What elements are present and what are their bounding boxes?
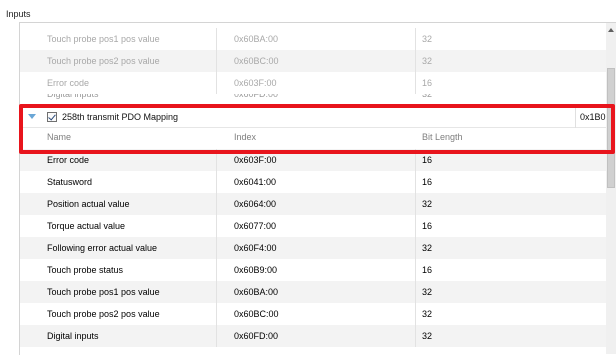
cell-name: Following error actual value — [47, 243, 158, 253]
column-separator — [415, 171, 416, 193]
cell-bit-length: 32 — [422, 56, 433, 66]
cell-name: Error code — [47, 78, 90, 88]
column-separator — [216, 281, 217, 303]
cell-name: Touch probe pos1 pos value — [47, 287, 160, 297]
cell-bit-length: 16 — [422, 155, 433, 165]
column-separator — [575, 107, 576, 128]
cell-index: 0x60BC:00 — [234, 309, 279, 319]
pdo-group-label: 258th transmit PDO Mapping — [62, 112, 179, 122]
column-separator — [216, 193, 217, 215]
column-separator — [216, 72, 217, 94]
pdo-group-row[interactable]: 258th transmit PDO Mapping 0x1B01 — [20, 106, 616, 128]
column-separator — [216, 325, 217, 347]
cell-name: Position actual value — [47, 199, 130, 209]
scroll-up-icon[interactable] — [608, 28, 614, 32]
cell-index: 0x603F:00 — [234, 155, 277, 165]
column-header-index[interactable]: Index — [234, 128, 414, 146]
section-title: Inputs — [6, 9, 31, 19]
column-separator — [415, 281, 416, 303]
cell-bit-length: 16 — [422, 265, 433, 275]
cell-index: 0x603F:00 — [234, 78, 277, 88]
cell-index: 0x60B9:00 — [234, 265, 278, 275]
vertical-scrollbar[interactable] — [606, 23, 616, 354]
table-row[interactable]: Position actual value 0x6064:00 32 — [20, 193, 616, 215]
cell-index: 0x6077:00 — [234, 221, 277, 231]
cell-name: Touch probe status — [47, 265, 124, 275]
table-row[interactable]: Digital inputs 0x60FD:00 32 — [20, 325, 616, 347]
table-row[interactable]: Error code 0x603F:00 16 — [20, 72, 616, 94]
cell-index: 0x60BA:00 — [234, 287, 279, 297]
column-separator — [216, 28, 217, 50]
cell-name: Torque actual value — [47, 221, 126, 231]
table-row[interactable]: Torque actual value 0x6077:00 16 — [20, 215, 616, 237]
cell-index: 0x6064:00 — [234, 199, 277, 209]
column-separator — [216, 50, 217, 72]
column-separator — [415, 325, 416, 347]
table-row[interactable]: Touch probe pos2 pos value 0x60BC:00 32 — [20, 50, 616, 72]
column-separator — [216, 149, 217, 171]
cell-name: Touch probe pos1 pos value — [47, 34, 160, 44]
column-separator — [415, 259, 416, 281]
column-separator — [216, 237, 217, 259]
cell-bit-length: 16 — [422, 221, 433, 231]
cell-bit-length: 32 — [422, 243, 433, 253]
scroll-thumb[interactable] — [607, 68, 615, 188]
table-row[interactable]: Touch probe pos1 pos value 0x60BA:00 32 — [20, 281, 616, 303]
cell-name: Digital inputs — [47, 94, 99, 99]
table-row[interactable]: Digital inputs 0x60FD:00 32 — [20, 94, 616, 106]
column-separator — [415, 237, 416, 259]
column-separator — [415, 28, 416, 50]
table-row[interactable]: Touch probe pos1 pos value 0x60BA:00 32 — [20, 28, 616, 50]
cell-name: Statusword — [47, 177, 93, 187]
column-separator — [415, 215, 416, 237]
cell-bit-length: 32 — [422, 94, 433, 99]
table-row[interactable]: Statusword 0x6041:00 16 — [20, 171, 616, 193]
column-separator — [415, 193, 416, 215]
pdo-enable-checkbox[interactable] — [47, 112, 57, 122]
column-separator — [415, 50, 416, 72]
collapse-arrow-icon[interactable] — [28, 114, 36, 119]
column-header-row: Name Index Bit Length — [20, 128, 616, 146]
cell-name: Touch probe pos2 pos value — [47, 56, 160, 66]
cell-index: 0x60FD:00 — [234, 331, 279, 341]
cell-bit-length: 16 — [422, 78, 433, 88]
column-separator — [216, 215, 217, 237]
column-separator — [415, 149, 416, 171]
pdo-tree-grid: Touch probe pos1 pos value 0x60BA:00 32 … — [19, 22, 616, 355]
cell-index: 0x60FD:00 — [234, 94, 279, 99]
table-row[interactable]: Following error actual value 0x60F4:00 3… — [20, 237, 616, 259]
cell-index: 0x60F4:00 — [234, 243, 277, 253]
column-header-bit-length[interactable]: Bit Length — [422, 128, 602, 146]
column-header-name[interactable]: Name — [47, 128, 217, 146]
column-separator — [216, 171, 217, 193]
cell-bit-length: 32 — [422, 199, 433, 209]
cell-index: 0x60BA:00 — [234, 34, 279, 44]
cell-bit-length: 32 — [422, 34, 433, 44]
cell-name: Error code — [47, 155, 90, 165]
column-separator — [216, 303, 217, 325]
table-row[interactable]: Touch probe pos2 pos value 0x60BC:00 32 — [20, 303, 616, 325]
table-row[interactable]: Error code 0x603F:00 16 — [20, 149, 616, 171]
cell-name: Touch probe pos2 pos value — [47, 309, 160, 319]
cell-bit-length: 32 — [422, 331, 433, 341]
table-row[interactable]: Touch probe status 0x60B9:00 16 — [20, 259, 616, 281]
cell-bit-length: 16 — [422, 177, 433, 187]
cell-name: Digital inputs — [47, 331, 99, 341]
cell-bit-length: 32 — [422, 309, 433, 319]
column-separator — [415, 303, 416, 325]
cell-index: 0x60BC:00 — [234, 56, 279, 66]
cell-bit-length: 32 — [422, 287, 433, 297]
column-separator — [216, 259, 217, 281]
cell-index: 0x6041:00 — [234, 177, 277, 187]
column-separator — [415, 72, 416, 94]
